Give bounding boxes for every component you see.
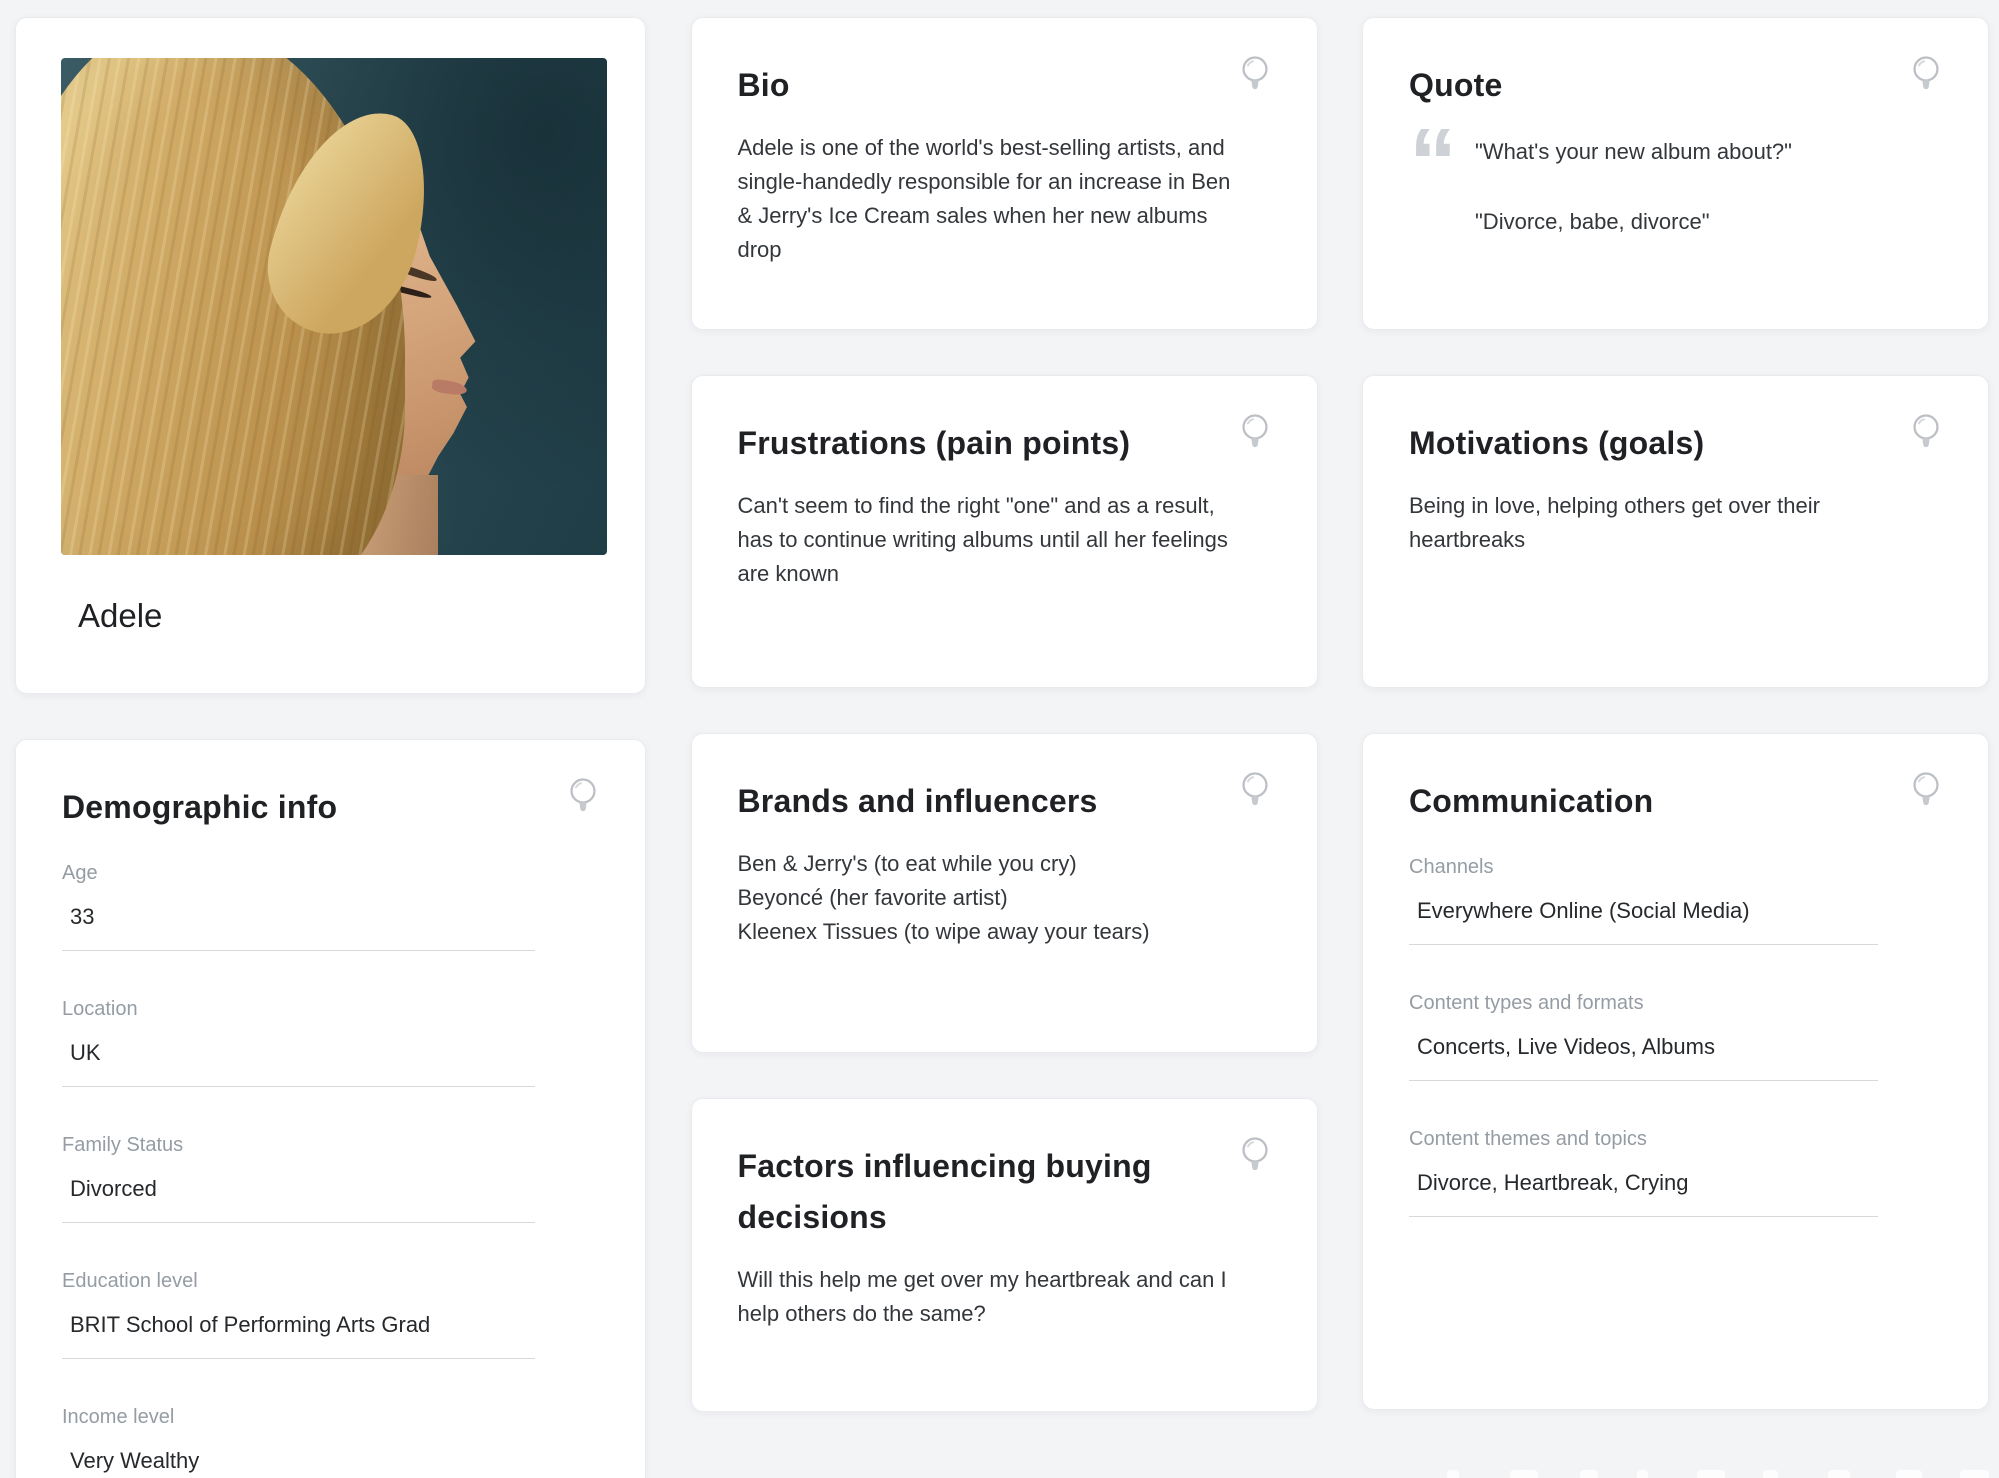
brand-line: Beyoncé (her favorite artist) <box>737 885 1008 911</box>
column-left: Adele Demographic info Age 33 Location U… <box>15 17 646 1478</box>
field-label: Content types and formats <box>1409 992 1644 1015</box>
persona-photo <box>61 58 607 555</box>
lightbulb-icon[interactable] <box>1910 412 1942 454</box>
field-label: Education level <box>62 1270 198 1293</box>
brands-list: Ben & Jerry's (to eat while you cry) Bey… <box>738 847 1258 949</box>
lightbulb-icon[interactable] <box>567 776 599 818</box>
demographic-card[interactable]: Demographic info Age 33 Location UK Fami… <box>15 739 646 1478</box>
next-row-peek <box>1447 1470 1459 1478</box>
field-value-input[interactable]: UK <box>62 1037 535 1088</box>
lightbulb-icon[interactable] <box>1239 770 1271 812</box>
lightbulb-icon[interactable] <box>1910 770 1942 812</box>
motivations-card[interactable]: Motivations (goals) Being in love, helpi… <box>1362 375 1989 688</box>
field-value-input[interactable]: Concerts, Live Videos, Albums <box>1409 1031 1879 1082</box>
field-value-input[interactable]: Divorce, Heartbreak, Crying <box>1409 1167 1879 1218</box>
lightbulb-icon[interactable] <box>1239 412 1271 454</box>
brand-line: Kleenex Tissues (to wipe away your tears… <box>737 919 1150 945</box>
card-title: Motivations (goals) <box>1409 425 1705 461</box>
field-content-themes: Content themes and topics Divorce, Heart… <box>1409 1125 1879 1218</box>
quote-block: “ "What's your new album about?" "Divorc… <box>1409 109 1942 239</box>
bio-text: Adele is one of the world's best-selling… <box>737 135 1231 263</box>
field-location: Location UK <box>62 995 535 1088</box>
card-title: Brands and influencers <box>737 783 1098 819</box>
persona-board: Adele Demographic info Age 33 Location U… <box>0 0 1999 1478</box>
column-right: Quote “ "What's your new album about?" "… <box>1362 17 1989 1478</box>
communication-card[interactable]: Communication Channels Everywhere Online… <box>1362 733 1989 1410</box>
next-row-peek <box>1580 1470 1598 1478</box>
factors-text: Will this help me get over my heartbreak… <box>737 1267 1227 1327</box>
lightbulb-icon[interactable] <box>1910 54 1942 96</box>
next-row-peek <box>1828 1470 1850 1478</box>
next-row-peek <box>1960 1470 1989 1478</box>
field-content-types: Content types and formats Concerts, Live… <box>1409 989 1879 1082</box>
card-title: Factors influencing buying decisions <box>737 1148 1152 1236</box>
brand-line: Ben & Jerry's (to eat while you cry) <box>737 851 1077 877</box>
quote-mark-icon: “ <box>1409 109 1457 217</box>
field-label: Location <box>62 998 138 1021</box>
factors-card[interactable]: Factors influencing buying decisions Wil… <box>690 1098 1318 1412</box>
next-row-peek <box>1637 1470 1648 1478</box>
bio-card[interactable]: Bio Adele is one of the world's best-sel… <box>690 17 1318 330</box>
frustrations-text: Can't seem to find the right "one" and a… <box>737 493 1228 587</box>
quote-line: "Divorce, babe, divorce" <box>1475 209 1710 235</box>
field-channels: Channels Everywhere Online (Social Media… <box>1409 853 1879 946</box>
brands-card[interactable]: Brands and influencers Ben & Jerry's (to… <box>690 733 1318 1053</box>
next-row-peek <box>1510 1470 1538 1478</box>
card-title: Communication <box>1409 783 1654 819</box>
field-value-input[interactable]: 33 <box>62 901 535 952</box>
field-value-input[interactable]: Very Wealthy <box>62 1445 535 1478</box>
demographic-fields: Age 33 Location UK Family Status Divorce… <box>62 859 599 1478</box>
lightbulb-icon[interactable] <box>1239 1135 1271 1177</box>
field-education-level: Education level BRIT School of Performin… <box>62 1267 535 1360</box>
quote-line: "What's your new album about?" <box>1475 139 1792 165</box>
quote-card[interactable]: Quote “ "What's your new album about?" "… <box>1362 17 1989 330</box>
field-label: Age <box>62 862 98 885</box>
field-label: Family Status <box>62 1134 184 1157</box>
frustrations-card[interactable]: Frustrations (pain points) Can't seem to… <box>690 375 1318 688</box>
card-title: Frustrations (pain points) <box>737 425 1131 461</box>
field-label: Content themes and topics <box>1409 1128 1647 1151</box>
lightbulb-icon[interactable] <box>1239 54 1271 96</box>
field-label: Channels <box>1409 856 1494 879</box>
profile-card[interactable]: Adele <box>15 17 646 694</box>
communication-fields: Channels Everywhere Online (Social Media… <box>1409 853 1942 1218</box>
motivations-text: Being in love, helping others get over t… <box>1409 493 1820 553</box>
column-middle: Bio Adele is one of the world's best-sel… <box>690 17 1318 1478</box>
field-age: Age 33 <box>62 859 535 952</box>
field-family-status: Family Status Divorced <box>62 1131 535 1224</box>
card-title: Bio <box>737 67 790 103</box>
field-label: Income level <box>62 1406 175 1429</box>
card-title: Demographic info <box>62 789 338 825</box>
field-value-input[interactable]: Everywhere Online (Social Media) <box>1409 895 1879 946</box>
field-value-input[interactable]: BRIT School of Performing Arts Grad <box>62 1309 535 1360</box>
next-row-peek <box>1763 1470 1778 1478</box>
next-row-peek <box>1697 1470 1725 1478</box>
field-value-input[interactable]: Divorced <box>62 1173 535 1224</box>
next-row-peek <box>1896 1470 1922 1478</box>
quote-lines: "What's your new album about?" "Divorce,… <box>1475 135 1792 239</box>
card-title: Quote <box>1409 67 1503 103</box>
persona-name: Adele <box>78 597 163 634</box>
field-income-level: Income level Very Wealthy <box>62 1403 535 1478</box>
